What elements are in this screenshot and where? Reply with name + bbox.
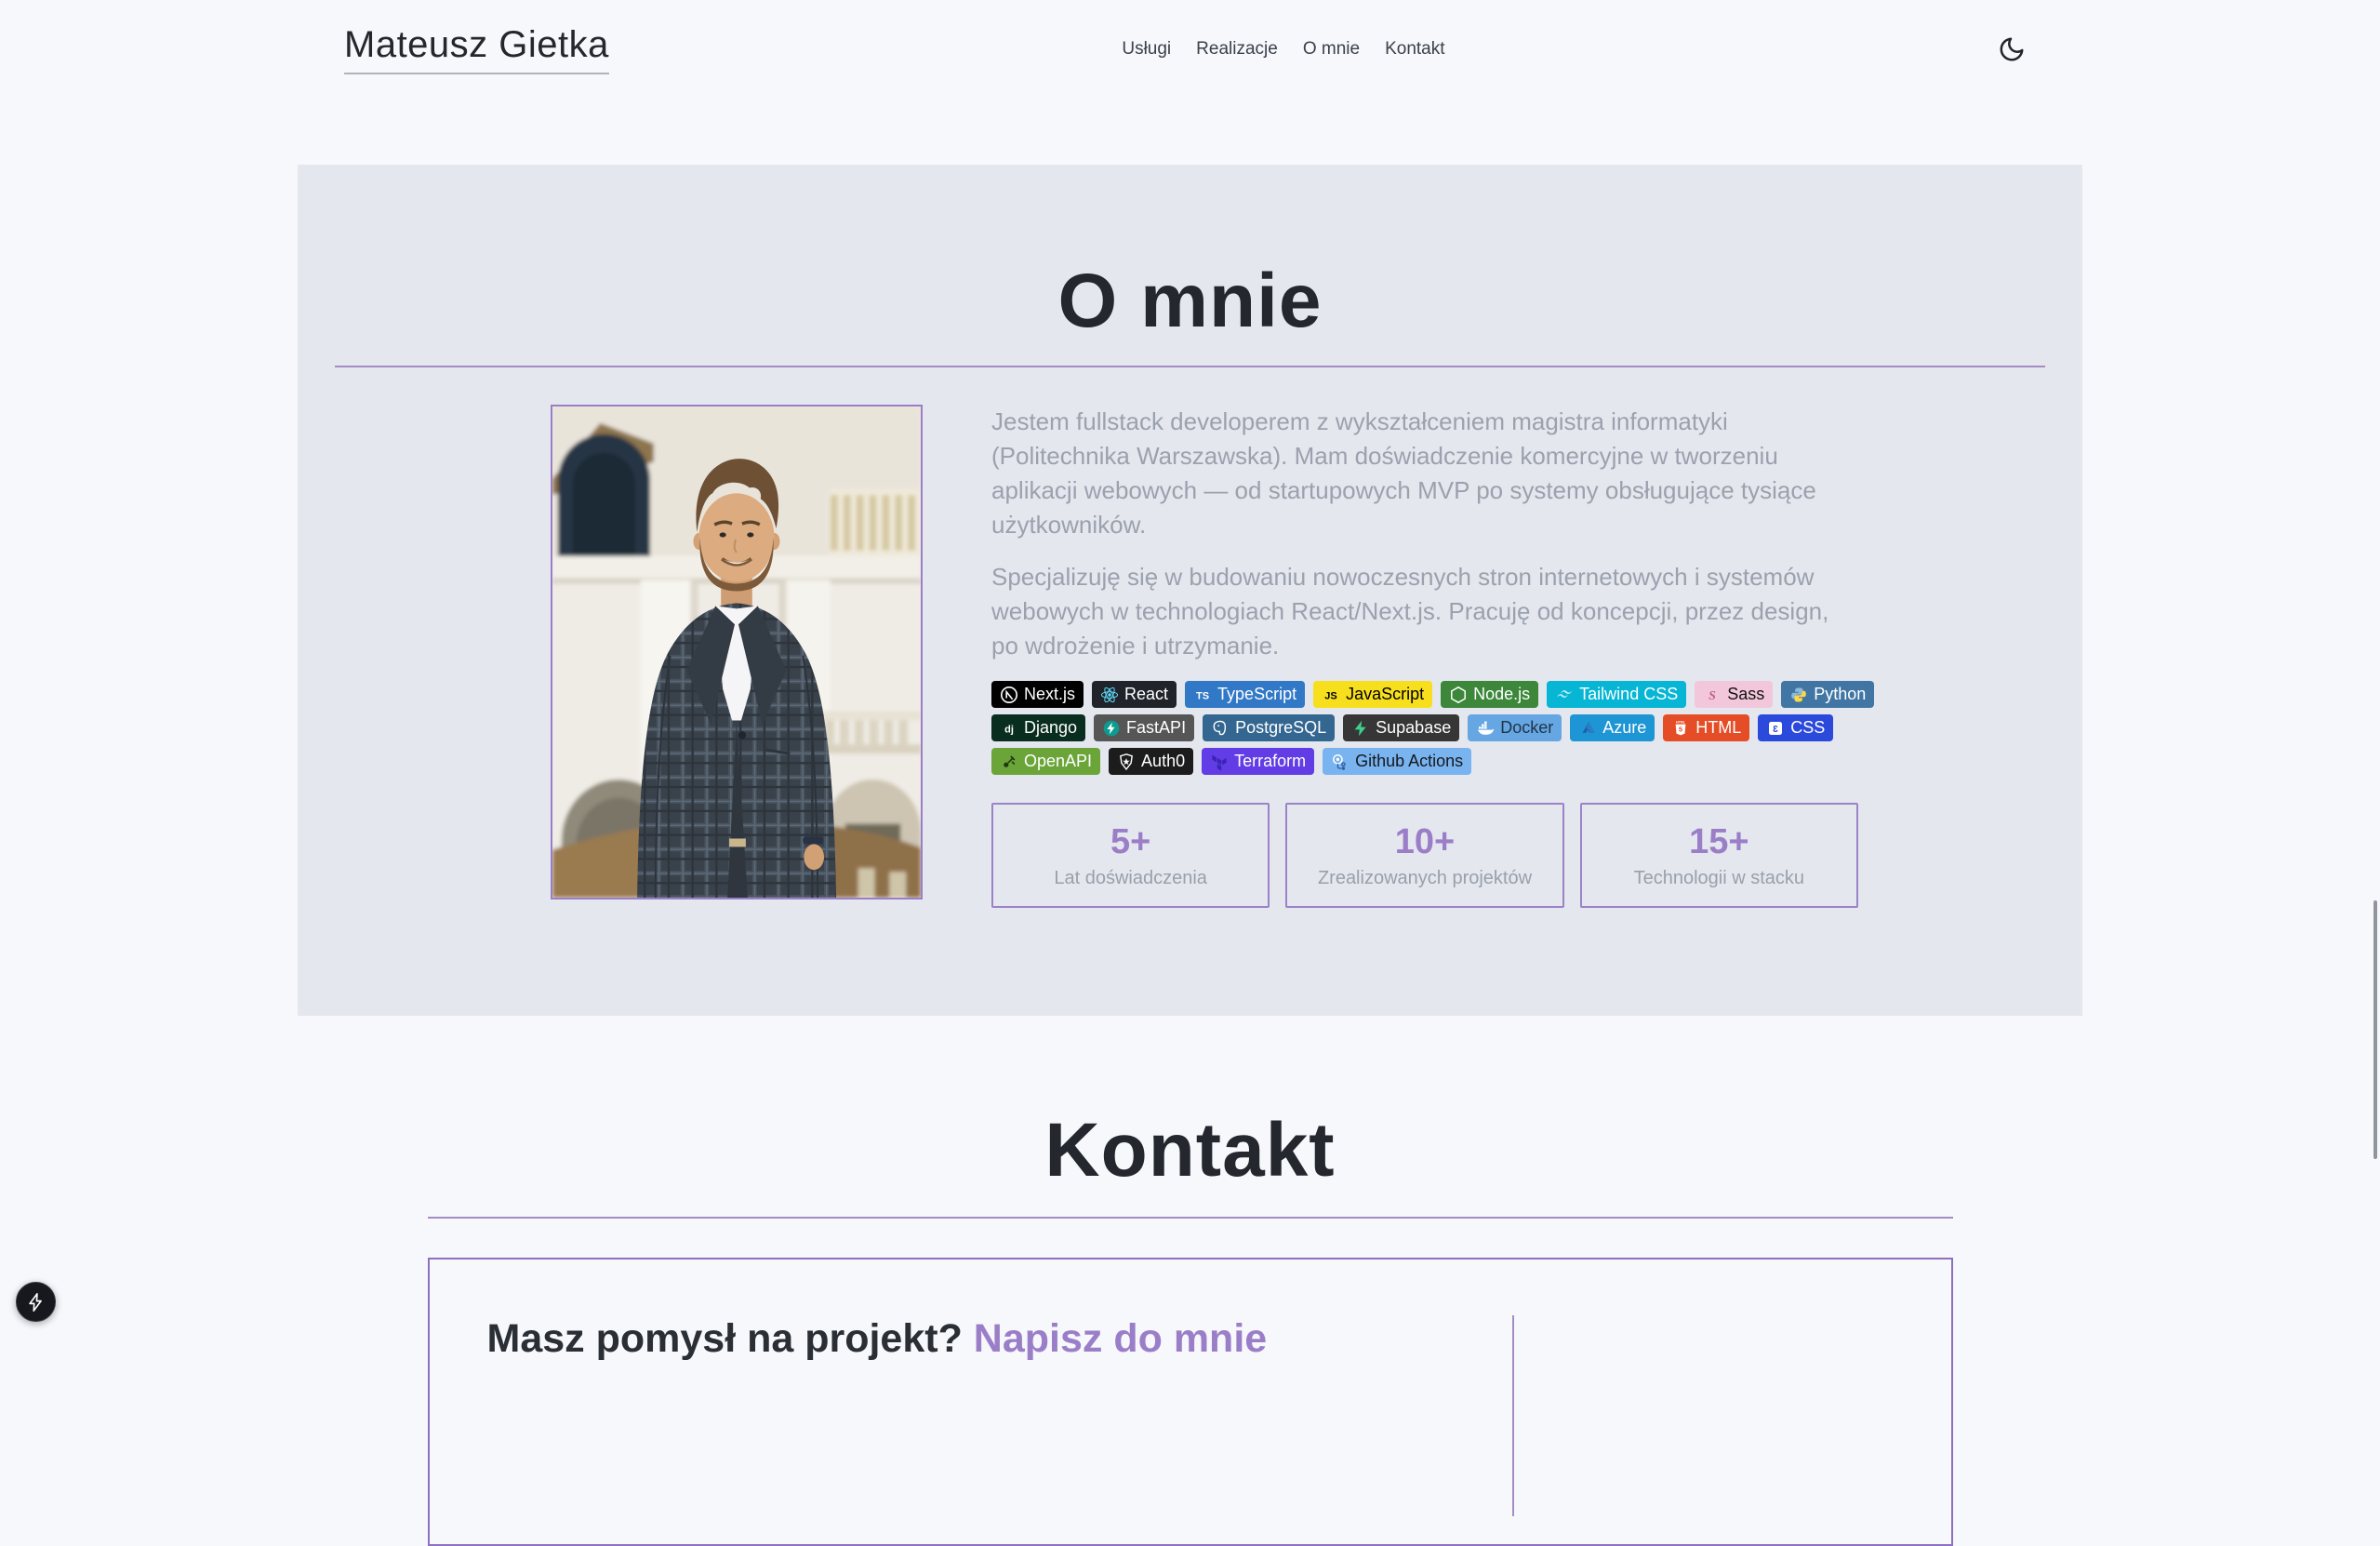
nextjs-icon xyxy=(1000,686,1018,704)
tech-badge-row-2: djDjango FastAPI PostgreSQL Supabase Docker A… xyxy=(991,714,1852,741)
auth0-icon xyxy=(1117,753,1136,771)
tech-badges: Next.js React TSTypeScript JSJavaScript Node… xyxy=(991,681,1852,775)
about-title: O mnie xyxy=(298,165,2082,340)
javascript-icon: JS xyxy=(1322,686,1340,704)
tech-badge: Auth0 xyxy=(1109,748,1193,775)
nav-link-realizacje[interactable]: Realizacje xyxy=(1196,39,1278,60)
azure-icon xyxy=(1578,719,1597,738)
html-icon: HTML5 xyxy=(1671,719,1690,738)
about-text-column: Jestem fullstack developerem z wykształc… xyxy=(991,405,1852,908)
tech-badge: 3CSS xyxy=(1758,714,1833,741)
profile-photo-illustration xyxy=(552,406,921,898)
tech-badge: JSJavaScript xyxy=(1313,681,1432,708)
stat-label: Lat doświadczenia xyxy=(1054,869,1207,887)
about-section: O mnie xyxy=(298,165,2082,1016)
about-paragraph-2: Specjalizuję się w budowaniu nowoczesnyc… xyxy=(991,560,1852,663)
typescript-icon: TS xyxy=(1193,686,1212,704)
stat-card: 15+ Technologii w stacku xyxy=(1580,803,1858,908)
site-header: Mateusz Gietka Usługi Realizacje O mnie Kon… xyxy=(0,0,2380,99)
tech-badge: Python xyxy=(1781,681,1874,708)
stat-value: 15+ xyxy=(1689,824,1748,860)
githubactions-icon xyxy=(1331,753,1350,771)
tech-badge: HTML5HTML xyxy=(1663,714,1749,741)
stat-card: 10+ Zrealizowanych projektów xyxy=(1285,803,1563,908)
dev-toolbar-button[interactable] xyxy=(16,1282,56,1322)
contact-title-rule xyxy=(428,1217,1953,1219)
lightning-bolt-icon xyxy=(26,1292,47,1313)
about-title-rule xyxy=(335,366,2045,367)
svg-text:S: S xyxy=(1709,689,1716,703)
contact-cta-text: Masz pomysł na projekt? xyxy=(487,1316,974,1361)
terraform-icon xyxy=(1210,753,1229,771)
tech-badge-row-1: Next.js React TSTypeScript JSJavaScript Node… xyxy=(991,681,1852,708)
svg-text:5: 5 xyxy=(1679,725,1682,733)
contact-cta: Masz pomysł na projekt? Napisz do mnie xyxy=(487,1315,1951,1364)
svg-text:HTML: HTML xyxy=(1676,720,1686,724)
nav-link-uslugi[interactable]: Usługi xyxy=(1122,39,1171,60)
svg-text:3: 3 xyxy=(1773,725,1778,735)
moon-icon xyxy=(1998,35,2026,63)
contact-card: Masz pomysł na projekt? Napisz do mnie xyxy=(428,1258,1953,1546)
tech-badge: Docker xyxy=(1468,714,1562,741)
tech-badge: Azure xyxy=(1570,714,1655,741)
django-icon: dj xyxy=(1000,719,1018,738)
profile-photo xyxy=(551,405,923,900)
tech-badge: Node.js xyxy=(1441,681,1538,708)
main-nav: Usługi Realizacje O mnie Kontakt xyxy=(1122,39,1444,60)
tech-badge: FastAPI xyxy=(1094,714,1194,741)
tech-badge: djDjango xyxy=(991,714,1085,741)
supabase-icon xyxy=(1351,719,1370,738)
stats-row: 5+ Lat doświadczenia 10+ Zrealizowanych … xyxy=(991,803,1858,908)
tech-badge: OpenAPI xyxy=(991,748,1100,775)
fastapi-icon xyxy=(1102,719,1121,738)
tech-badge: Tailwind CSS xyxy=(1547,681,1686,708)
about-paragraph-1: Jestem fullstack developerem z wykształc… xyxy=(991,405,1852,542)
docker-icon xyxy=(1476,719,1495,738)
react-icon xyxy=(1100,686,1119,704)
tech-badge: PostgreSQL xyxy=(1203,714,1335,741)
tech-badge: Supabase xyxy=(1343,714,1459,741)
contact-section: Kontakt Masz pomysł na projekt? Napisz d… xyxy=(0,1016,2380,1546)
nodejs-icon xyxy=(1449,686,1468,704)
tech-badge: Next.js xyxy=(991,681,1084,708)
tech-badge: React xyxy=(1092,681,1177,708)
stat-value: 5+ xyxy=(1110,824,1150,860)
nav-link-o-mnie[interactable]: O mnie xyxy=(1303,39,1360,60)
postgresql-icon xyxy=(1211,719,1230,738)
site-logo[interactable]: Mateusz Gietka xyxy=(344,24,609,74)
tech-badge: TSTypeScript xyxy=(1185,681,1305,708)
contact-card-divider xyxy=(1512,1315,1514,1516)
stat-value: 10+ xyxy=(1395,824,1455,860)
svg-text:dj: dj xyxy=(1004,724,1014,735)
stat-label: Zrealizowanych projektów xyxy=(1318,869,1532,887)
tech-badge: Github Actions xyxy=(1323,748,1471,775)
scrollbar-thumb[interactable] xyxy=(2373,900,2377,1159)
stat-card: 5+ Lat doświadczenia xyxy=(991,803,1270,908)
css-icon: 3 xyxy=(1766,719,1785,738)
contact-cta-link[interactable]: Napisz do mnie xyxy=(974,1316,1267,1361)
tech-badge: SSass xyxy=(1695,681,1773,708)
tech-badge-row-3: OpenAPI Auth0 Terraform Github Actions xyxy=(991,748,1852,775)
theme-toggle-button[interactable] xyxy=(1995,33,2028,66)
python-icon xyxy=(1789,686,1808,704)
nav-link-kontakt[interactable]: Kontakt xyxy=(1385,39,1444,60)
svg-text:JS: JS xyxy=(1324,690,1336,701)
openapi-icon xyxy=(1000,753,1018,771)
contact-title: Kontakt xyxy=(0,1016,2380,1189)
sass-icon: S xyxy=(1703,686,1722,704)
about-content: Jestem fullstack developerem z wykształc… xyxy=(298,405,2082,908)
svg-text:TS: TS xyxy=(1196,690,1209,701)
stat-label: Technologii w stacku xyxy=(1634,869,1804,887)
tech-badge: Terraform xyxy=(1202,748,1314,775)
tailwind-icon xyxy=(1555,686,1574,704)
